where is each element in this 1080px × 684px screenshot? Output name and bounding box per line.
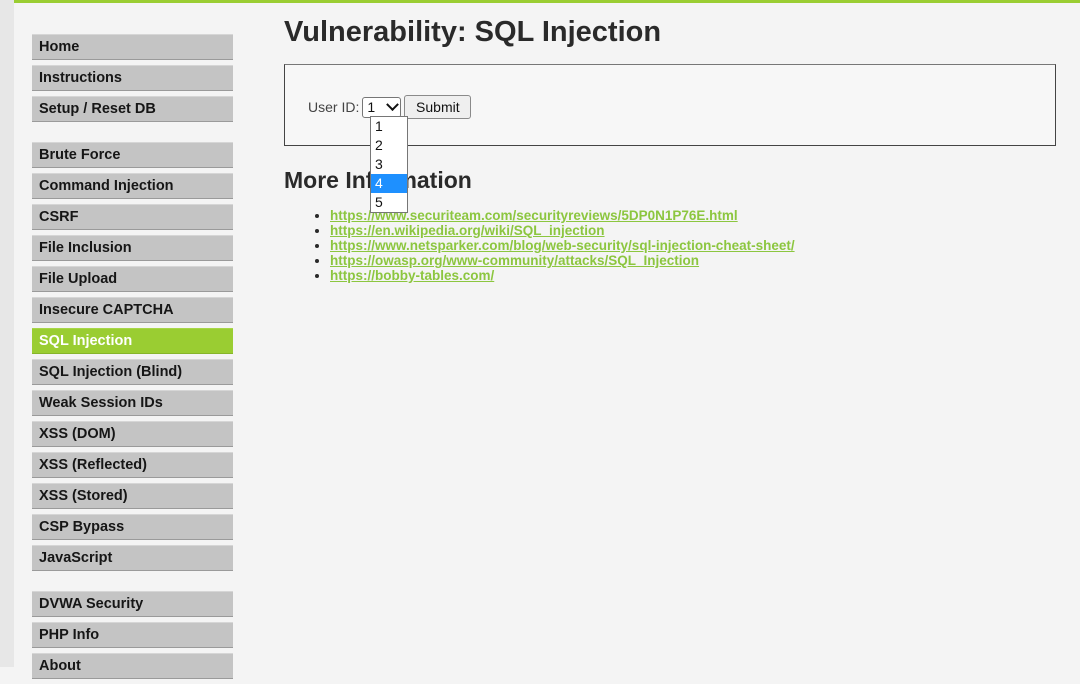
user-id-select[interactable]: 1	[362, 96, 402, 118]
menu-group-vulnerabilities: Brute Force Command Injection CSRF File …	[32, 142, 233, 571]
sidebar-item-insecure-captcha[interactable]: Insecure CAPTCHA	[32, 297, 233, 323]
sidebar-item-weak-session-ids[interactable]: Weak Session IDs	[32, 390, 233, 416]
page-gutter	[0, 0, 14, 667]
sidebar-item-setup-reset-db[interactable]: Setup / Reset DB	[32, 96, 233, 122]
reference-link-bobby-tables[interactable]: https://bobby-tables.com/	[330, 268, 494, 283]
chevron-down-icon	[386, 97, 400, 111]
reference-link-owasp[interactable]: https://owasp.org/www-community/attacks/…	[330, 253, 699, 268]
dropdown-option-4[interactable]: 4	[371, 174, 407, 193]
sidebar-item-csrf[interactable]: CSRF	[32, 204, 233, 230]
list-item: https://bobby-tables.com/	[330, 268, 795, 283]
sidebar-item-dvwa-security[interactable]: DVWA Security	[32, 591, 233, 617]
sidebar-item-csp-bypass[interactable]: CSP Bypass	[32, 514, 233, 540]
dropdown-option-3[interactable]: 3	[371, 155, 407, 174]
sidebar-item-php-info[interactable]: PHP Info	[32, 622, 233, 648]
sidebar-item-about[interactable]: About	[32, 653, 233, 679]
menu-group-general: Home Instructions Setup / Reset DB	[32, 34, 233, 122]
user-id-label: User ID:	[308, 99, 360, 115]
dropdown-option-5[interactable]: 5	[371, 193, 407, 212]
header-accent-bar	[14, 0, 1080, 3]
sidebar-item-home[interactable]: Home	[32, 34, 233, 60]
sidebar-item-brute-force[interactable]: Brute Force	[32, 142, 233, 168]
user-id-select-value: 1	[367, 99, 376, 115]
dropdown-option-1[interactable]: 1	[371, 117, 407, 136]
sidebar-item-javascript[interactable]: JavaScript	[32, 545, 233, 571]
reference-link-netsparker[interactable]: https://www.netsparker.com/blog/web-secu…	[330, 238, 795, 253]
sidebar-item-file-upload[interactable]: File Upload	[32, 266, 233, 292]
sidebar-item-command-injection[interactable]: Command Injection	[32, 173, 233, 199]
menu-group-settings: DVWA Security PHP Info About	[32, 591, 233, 679]
submit-button[interactable]: Submit	[404, 95, 472, 119]
reference-links-list: https://www.securiteam.com/securityrevie…	[314, 208, 795, 283]
list-item: https://owasp.org/www-community/attacks/…	[330, 253, 795, 268]
sidebar-item-xss-stored[interactable]: XSS (Stored)	[32, 483, 233, 509]
sidebar-item-sql-injection-blind[interactable]: SQL Injection (Blind)	[32, 359, 233, 385]
sidebar-item-instructions[interactable]: Instructions	[32, 65, 233, 91]
sidebar-menu: Home Instructions Setup / Reset DB Brute…	[32, 34, 233, 684]
sidebar-item-xss-dom[interactable]: XSS (DOM)	[32, 421, 233, 447]
list-item: https://www.netsparker.com/blog/web-secu…	[330, 238, 795, 253]
sidebar-item-sql-injection[interactable]: SQL Injection	[32, 328, 233, 354]
list-item: https://en.wikipedia.org/wiki/SQL_inject…	[330, 223, 795, 238]
sidebar-item-xss-reflected[interactable]: XSS (Reflected)	[32, 452, 233, 478]
sidebar-item-file-inclusion[interactable]: File Inclusion	[32, 235, 233, 261]
page-title: Vulnerability: SQL Injection	[284, 16, 662, 48]
reference-link-wikipedia[interactable]: https://en.wikipedia.org/wiki/SQL_inject…	[330, 223, 605, 238]
user-id-dropdown-list: 1 2 3 4 5	[370, 116, 408, 213]
dropdown-option-2[interactable]: 2	[371, 136, 407, 155]
